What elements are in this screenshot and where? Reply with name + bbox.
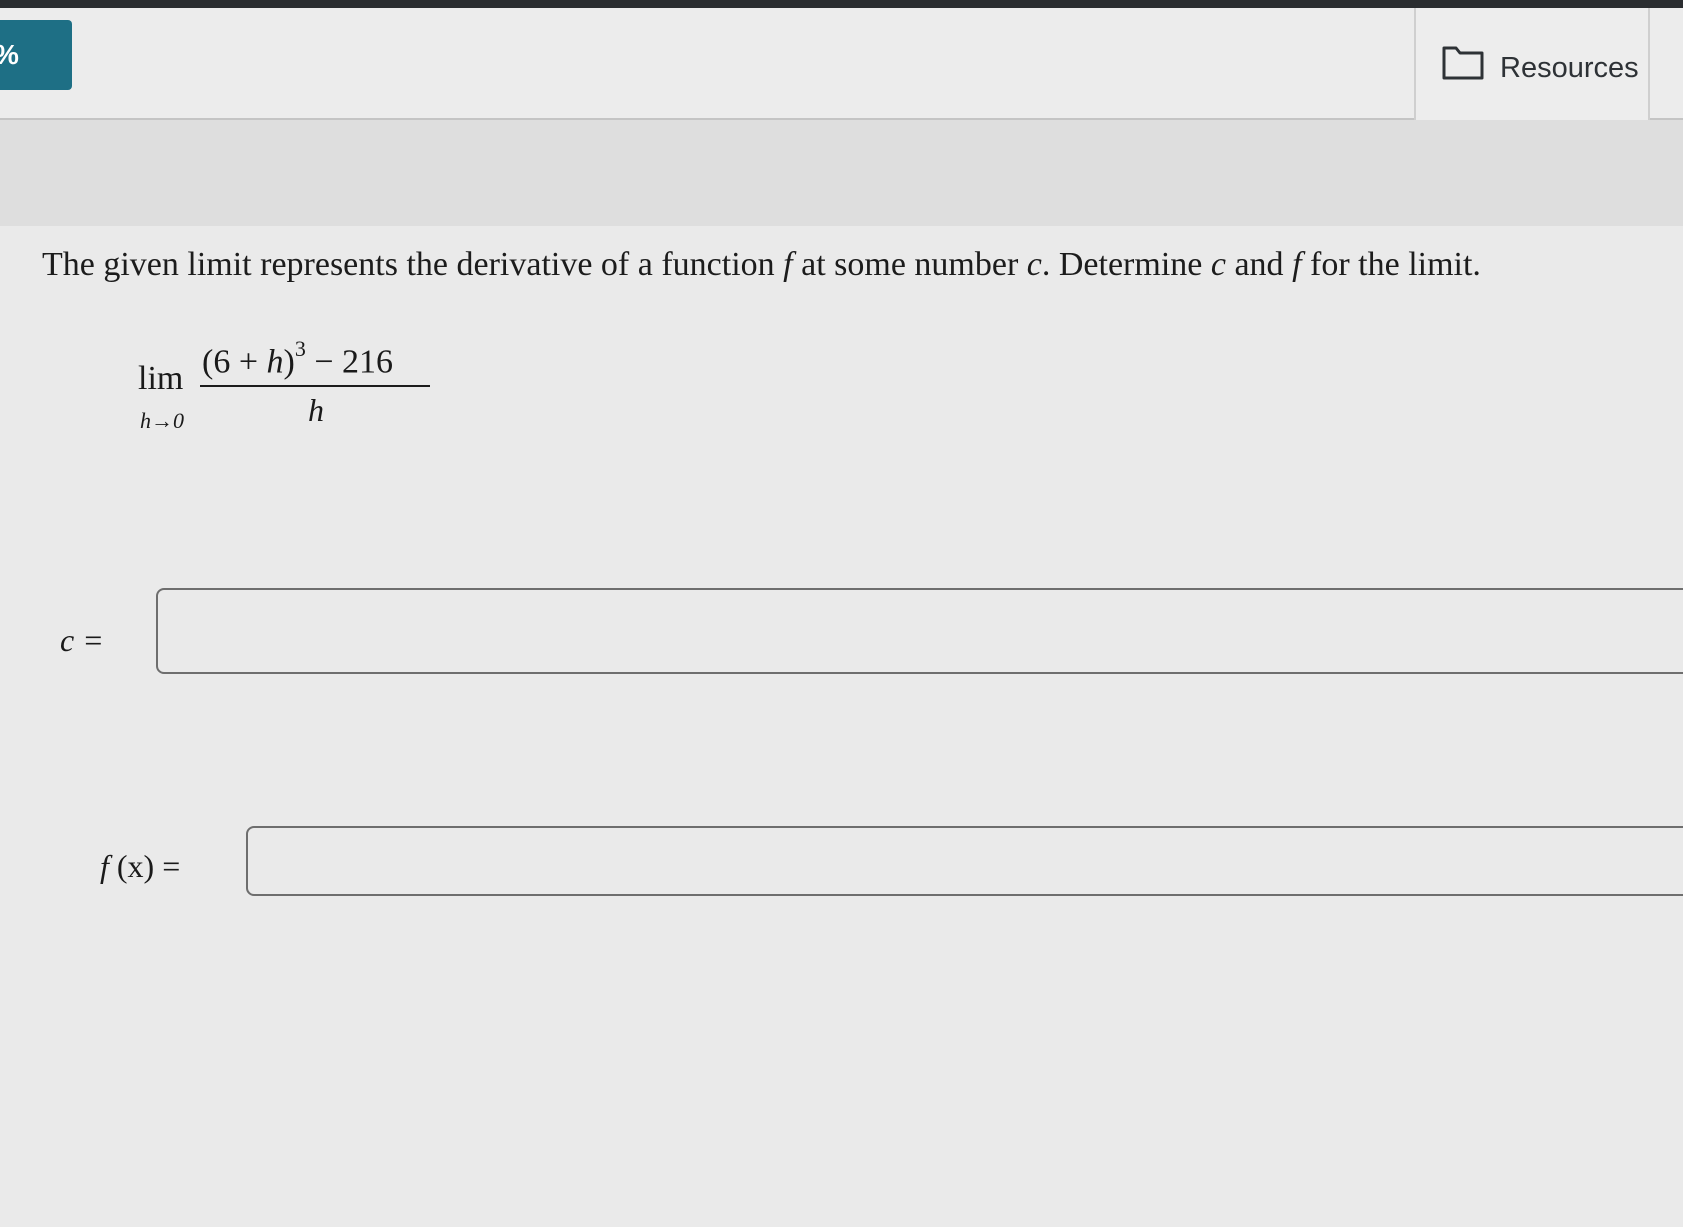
question-part-2: at some number xyxy=(792,246,1027,283)
numerator-close: ) xyxy=(283,343,295,381)
fraction-bar xyxy=(200,385,430,387)
f-label-rest: (x) = xyxy=(108,848,181,884)
question-var-c-2: c xyxy=(1210,246,1226,283)
f-label-f: f xyxy=(100,848,109,884)
c-label: c = xyxy=(60,622,104,659)
folder-icon xyxy=(1442,46,1484,80)
lim-subscript-text: h→0 xyxy=(140,408,184,433)
resources-label: Resources xyxy=(1500,52,1639,84)
header-band xyxy=(0,120,1683,226)
lim-word: lim xyxy=(138,360,184,397)
lim-subscript: h→0 xyxy=(140,408,184,434)
score-badge-text: % xyxy=(0,39,19,70)
question-text: The given limit represents the derivativ… xyxy=(42,246,1481,284)
f-answer-input[interactable] xyxy=(246,826,1683,896)
limit-expression: lim h→0 (6 + h)3 − 216 h xyxy=(138,330,438,440)
question-part-5: for the limit. xyxy=(1301,246,1481,283)
numerator-rest: − 216 xyxy=(305,343,394,381)
fraction-numerator: (6 + h)3 − 216 xyxy=(202,336,394,381)
question-var-f: f xyxy=(783,246,793,283)
numerator-open: (6 + xyxy=(202,343,267,381)
question-var-c: c xyxy=(1026,246,1042,283)
f-label: f (x) = xyxy=(100,848,180,885)
c-label-text: c = xyxy=(60,622,104,658)
numerator-h: h xyxy=(266,343,284,381)
question-part-4: and xyxy=(1225,246,1293,283)
c-answer-input[interactable] xyxy=(156,588,1683,674)
question-part-1: The given limit represents the derivativ… xyxy=(42,246,784,283)
score-badge[interactable]: % xyxy=(0,20,72,90)
fraction-denominator: h xyxy=(308,392,324,428)
question-part-3: . Determine xyxy=(1041,246,1211,283)
question-var-f-2: f xyxy=(1292,246,1302,283)
numerator-exponent: 3 xyxy=(294,336,306,361)
resources-button[interactable]: Resources xyxy=(1414,8,1650,120)
